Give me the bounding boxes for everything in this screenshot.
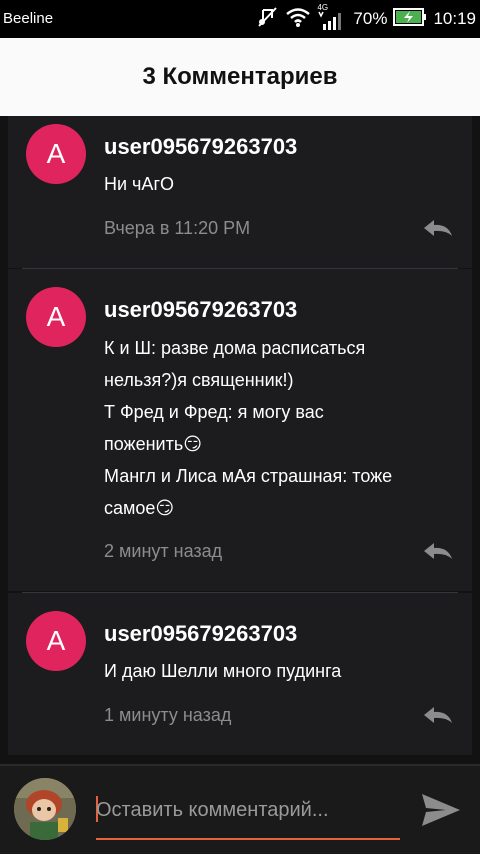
reply-icon[interactable]	[420, 539, 456, 563]
signal-indicator: 4G	[317, 3, 347, 31]
comment-username[interactable]: user095679263703	[104, 134, 297, 160]
avatar-letter: A	[46, 301, 66, 332]
clock: 10:19	[433, 9, 476, 28]
carrier-label: Beeline	[3, 10, 54, 27]
comment-text: Ни чАгО	[104, 174, 175, 194]
mute-icon	[257, 6, 279, 32]
comment-username[interactable]: user095679263703	[104, 621, 297, 647]
comment-composer	[0, 764, 480, 854]
send-icon[interactable]	[418, 790, 464, 830]
comment-item: A user095679263703 Ни чАгО Вчера в 11:20…	[8, 116, 472, 268]
comment-item: A user095679263703 И даю Шелли много пуд…	[8, 593, 472, 755]
composer-divider	[0, 764, 480, 766]
reply-icon[interactable]	[420, 216, 456, 240]
avatar[interactable]: A	[26, 124, 86, 184]
comment-text: И даю Шелли много пудинга	[104, 661, 342, 681]
comment-text: К и Ш: разве дома расписаться нельзя?)я …	[104, 338, 393, 518]
page-title: 3 Комментариев	[142, 63, 338, 90]
current-user-avatar[interactable]	[14, 778, 76, 840]
reply-icon[interactable]	[420, 703, 456, 727]
avatar[interactable]: A	[26, 287, 86, 347]
battery-charging-icon	[393, 7, 427, 31]
comment-input[interactable]	[96, 790, 396, 830]
battery-percent: 70%	[353, 9, 388, 28]
wifi-icon	[285, 6, 311, 32]
comment-timestamp: 2 минут назад	[104, 541, 223, 561]
status-bar: Beeline 4G 70% 10:19	[0, 0, 480, 38]
signal-icon	[318, 11, 342, 30]
comment-timestamp: 1 минуту назад	[104, 705, 232, 725]
comment-timestamp: Вчера в 11:20 PM	[104, 218, 251, 238]
avatar-letter: A	[46, 138, 66, 169]
input-underline	[96, 838, 400, 840]
avatar[interactable]: A	[26, 611, 86, 671]
status-icons: 4G 70% 10:19	[257, 3, 476, 32]
comment-username[interactable]: user095679263703	[104, 297, 297, 323]
header: 3 Комментариев	[0, 38, 480, 116]
comment-item: A user095679263703 К и Ш: разве дома рас…	[8, 269, 472, 591]
avatar-letter: A	[46, 625, 66, 656]
